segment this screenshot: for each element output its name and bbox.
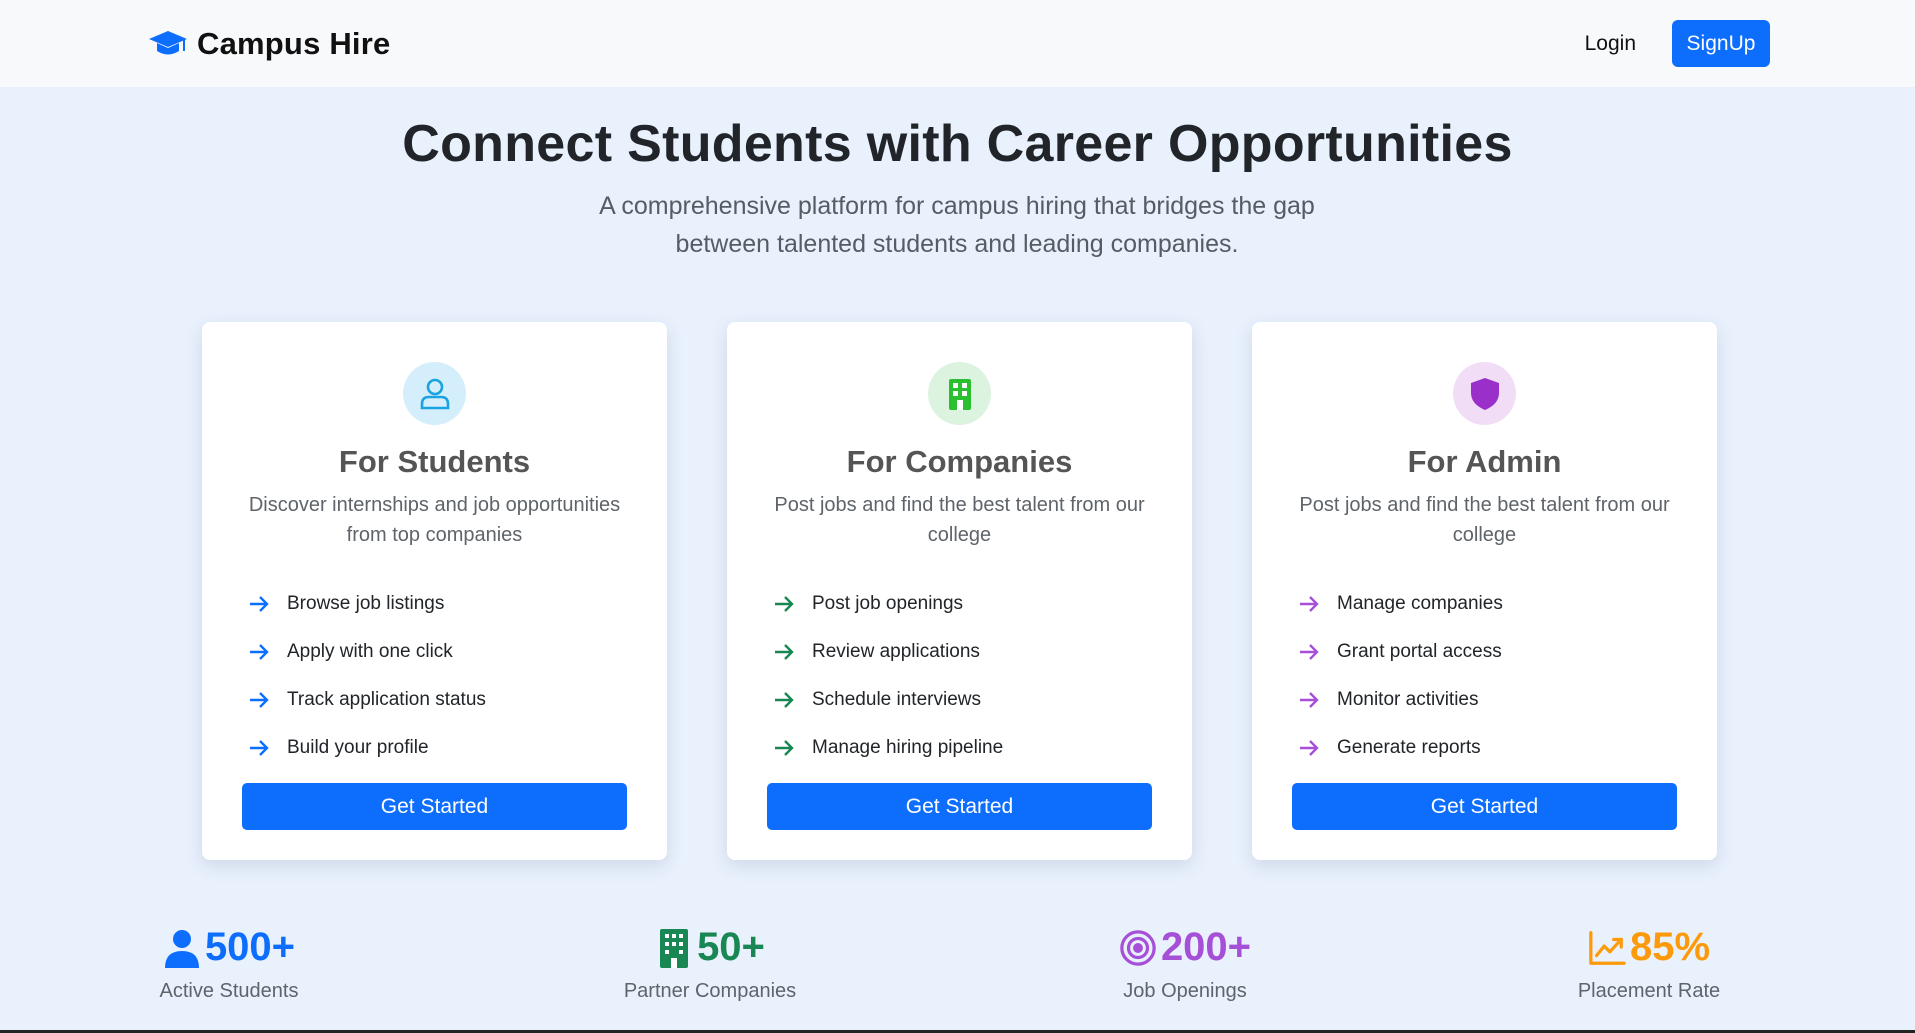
list-item: Grant portal access [1298,628,1503,676]
arrow-right-icon [775,692,794,708]
feature-list: Post job openings Review applications Sc… [773,580,1003,772]
stat-line: 50+ [610,925,810,970]
feature-label: Monitor activities [1337,689,1479,710]
stat-value: 500+ [204,925,296,969]
arrow-right-icon [250,596,269,612]
card-description: Post jobs and find the best talent from … [1287,490,1682,550]
stat-value: 85% [1629,925,1711,969]
card-title: For Companies [846,444,1073,479]
companies-card: For Companies Post jobs and find the bes… [727,322,1192,860]
graduation-cap-icon [149,30,187,54]
building-icon [660,928,689,968]
stat-placement-rate: 85% Placement Rate [1560,925,1738,1003]
card-icon-wrap [403,362,466,425]
list-item: Review applications [773,628,1003,676]
hero-subtitle-line: between talented students and leading co… [675,230,1239,258]
list-item: Browse job listings [248,580,486,628]
card-description-line: college [927,524,992,546]
person-icon [164,929,199,968]
arrow-right-icon [775,596,794,612]
shield-icon [1470,377,1499,410]
admin-card: For Admin Post jobs and find the best ta… [1252,322,1717,860]
stat-label: Job Openings [1123,980,1247,1002]
arrow-right-icon [1300,596,1319,612]
arrow-right-icon [775,644,794,660]
card-description-line: college [1452,524,1517,546]
feature-label: Review applications [812,641,980,662]
companies-get-started-button[interactable]: Get Started [767,783,1152,830]
feature-label: Schedule interviews [812,689,981,710]
building-icon [948,378,971,410]
card-description-line: Post jobs and find the best talent from … [1299,494,1670,516]
arrow-right-icon [1300,644,1319,660]
card-title: For Admin [1407,444,1562,479]
stat-value: 50+ [697,925,765,969]
list-item: Manage hiring pipeline [773,724,1003,772]
feature-label: Manage hiring pipeline [812,737,1004,758]
user-icon [420,378,449,409]
feature-label: Post job openings [812,593,964,614]
signup-button[interactable]: SignUp [1672,20,1770,67]
students-get-started-button[interactable]: Get Started [242,783,627,830]
nav-actions: Login SignUp [1585,20,1770,67]
card-icon-wrap [1453,362,1516,425]
card-icon-wrap [928,362,991,425]
trend-up-icon [1589,930,1626,965]
card-description: Post jobs and find the best talent from … [762,490,1157,550]
admin-get-started-button[interactable]: Get Started [1292,783,1677,830]
list-item: Track application status [248,676,486,724]
feature-label: Apply with one click [287,641,453,662]
stat-value: 200+ [1160,925,1252,969]
stat-line: 85% [1560,925,1738,970]
card-description-line: Discover internships and job opportuniti… [248,494,621,516]
arrow-right-icon [250,692,269,708]
target-icon [1120,929,1156,966]
card-title: For Students [338,444,531,479]
list-item: Build your profile [248,724,486,772]
stat-line: 500+ [140,925,318,970]
hero-subtitle-line: A comprehensive platform for campus hiri… [599,192,1315,220]
hero-title: Connect Students with Career Opportuniti… [402,115,1513,173]
list-item: Monitor activities [1298,676,1503,724]
stat-job-openings: 200+ Job Openings [1100,925,1270,1003]
list-item: Apply with one click [248,628,486,676]
feature-label: Grant portal access [1337,641,1502,662]
arrow-right-icon [1300,692,1319,708]
navbar: Campus Hire Login SignUp [0,0,1915,87]
stat-label: Partner Companies [623,980,797,1002]
list-item: Post job openings [773,580,1003,628]
card-description: Discover internships and job opportuniti… [237,490,632,550]
arrow-right-icon [1300,740,1319,756]
students-card: For Students Discover internships and jo… [202,322,667,860]
stat-partner-companies: 50+ Partner Companies [610,925,810,1003]
feature-label: Browse job listings [287,593,445,614]
stat-label: Active Students [159,980,299,1002]
feature-label: Manage companies [1337,593,1503,614]
list-item: Manage companies [1298,580,1503,628]
login-link[interactable]: Login [1585,32,1636,56]
stat-active-students: 500+ Active Students [140,925,318,1003]
feature-list: Manage companies Grant portal access Mon… [1298,580,1503,772]
card-description-line: Post jobs and find the best talent from … [774,494,1145,516]
feature-list: Browse job listings Apply with one click… [248,580,486,772]
hero-subtitle: A comprehensive platform for campus hiri… [557,187,1357,263]
stat-label: Placement Rate [1577,980,1721,1002]
feature-label: Track application status [287,689,486,710]
arrow-right-icon [250,740,269,756]
card-description-line: from top companies [346,524,523,546]
arrow-right-icon [250,644,269,660]
feature-label: Build your profile [287,737,429,758]
stat-line: 200+ [1100,925,1270,970]
list-item: Generate reports [1298,724,1503,772]
brand-name: Campus Hire [197,25,391,61]
arrow-right-icon [775,740,794,756]
brand[interactable]: Campus Hire [148,26,390,62]
list-item: Schedule interviews [773,676,1003,724]
feature-label: Generate reports [1337,737,1481,758]
